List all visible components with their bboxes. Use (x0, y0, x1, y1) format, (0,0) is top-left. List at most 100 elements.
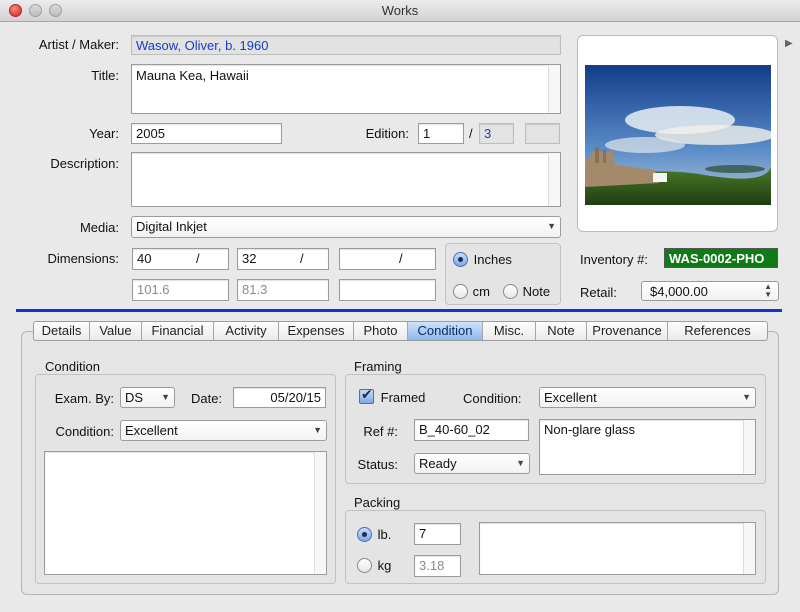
packing-notes-scrollbar[interactable] (743, 523, 755, 574)
dimensions-label: Dimensions: (47, 251, 119, 266)
tab-misc[interactable]: Misc. (483, 322, 536, 340)
retail-select[interactable]: $4,000.00 ▲ ▼ (641, 281, 779, 301)
ref-label: Ref #: (363, 424, 398, 439)
units-group: Inches cm Note (445, 243, 561, 305)
tab-note[interactable]: Note (536, 322, 587, 340)
dim-width-field[interactable]: 40 / (132, 248, 229, 270)
title-field[interactable]: Mauna Kea, Hawaii (131, 64, 561, 114)
packing-header: Packing (354, 495, 401, 510)
tab-provenance[interactable]: Provenance (587, 322, 668, 340)
status-label: Status: (357, 457, 398, 472)
description-scrollbar[interactable] (548, 153, 560, 206)
kg-label: kg (377, 558, 392, 574)
tab-condition[interactable]: Condition (408, 322, 483, 340)
retail-value: $4,000.00 (650, 284, 708, 299)
section-divider (16, 309, 782, 312)
framing-condition-label: Condition: (463, 391, 522, 406)
artist-field[interactable]: Wasow, Oliver, b. 1960 (131, 35, 561, 55)
status-select[interactable]: Ready ▼ (414, 453, 530, 474)
triangle-right-icon[interactable]: ▶ (785, 38, 793, 49)
framing-notes-field[interactable]: Non-glare glass (539, 419, 756, 475)
radio-selected-icon[interactable] (453, 252, 468, 268)
edition-extra-field[interactable] (525, 123, 560, 144)
year-field[interactable]: 2005 (131, 123, 282, 144)
ref-field[interactable]: B_40-60_02 (414, 419, 529, 441)
condition-notes-field[interactable] (44, 451, 327, 575)
dim-width-value: 40 (137, 251, 152, 266)
lb-field[interactable]: 7 (414, 523, 461, 545)
framed-checkbox-option[interactable]: Framed (359, 387, 426, 407)
tab-bar: Details Value Financial Activity Expense… (33, 321, 768, 341)
inventory-field[interactable]: WAS-0002-PHO (664, 248, 778, 268)
tab-details[interactable]: Details (34, 322, 90, 340)
artist-label: Artist / Maker: (38, 37, 119, 52)
packing-notes-field[interactable] (479, 522, 756, 575)
units-note-option[interactable]: Note (503, 283, 551, 300)
description-label: Description: (50, 156, 119, 171)
dim-height-field[interactable]: 32 / (237, 248, 329, 270)
condition-label: Condition: (55, 424, 114, 439)
framing-notes-scrollbar[interactable] (743, 420, 755, 474)
dim-separator: / (300, 251, 304, 266)
media-value: Digital Inkjet (136, 219, 207, 234)
radio-selected-icon[interactable] (357, 527, 372, 543)
tab-activity[interactable]: Activity (214, 322, 279, 340)
edition-separator: / (469, 126, 473, 141)
dim-height-converted: 81.3 (237, 279, 329, 301)
radio-icon[interactable] (453, 284, 468, 300)
artwork-image-frame[interactable] (577, 35, 778, 232)
framing-header: Framing (354, 359, 402, 374)
status-value: Ready (419, 456, 457, 471)
title-bar: Works (0, 0, 800, 22)
cm-label: cm (472, 284, 490, 300)
edition-number-field[interactable]: 1 (418, 123, 464, 144)
year-label: Year: (89, 126, 119, 141)
window-title: Works (381, 3, 419, 18)
radio-icon[interactable] (503, 284, 518, 300)
title-value: Mauna Kea, Hawaii (136, 68, 249, 83)
condition-select[interactable]: Excellent ▼ (120, 420, 327, 441)
date-field[interactable]: 05/20/15 (233, 387, 326, 408)
framing-condition-select[interactable]: Excellent ▼ (539, 387, 756, 408)
note-label: Note (522, 284, 551, 300)
dim-separator: / (196, 251, 200, 266)
tab-references[interactable]: References (668, 322, 767, 340)
radio-icon[interactable] (357, 558, 372, 574)
chevron-down-icon: ▼ (313, 425, 322, 435)
dim-depth-converted (339, 279, 436, 301)
dim-separator: / (399, 251, 403, 266)
artwork-photo (585, 65, 771, 205)
media-select[interactable]: Digital Inkjet ▼ (131, 216, 561, 238)
tab-value[interactable]: Value (90, 322, 142, 340)
condition-header: Condition (45, 359, 100, 374)
chevron-down-icon: ▼ (742, 392, 751, 402)
framing-notes-value: Non-glare glass (544, 422, 636, 437)
packing-lb-option[interactable]: lb. (357, 526, 392, 543)
units-inches-option[interactable]: Inches (453, 251, 512, 268)
checkbox-checked-icon[interactable] (359, 387, 374, 404)
tab-financial[interactable]: Financial (142, 322, 214, 340)
units-cm-option[interactable]: cm (453, 283, 490, 300)
date-label: Date: (191, 391, 223, 406)
dim-width-converted: 101.6 (132, 279, 229, 301)
tab-expenses[interactable]: Expenses (279, 322, 354, 340)
chevron-down-icon: ▼ (547, 221, 556, 231)
description-field[interactable] (131, 152, 561, 207)
retail-label: Retail: (580, 285, 617, 300)
up-down-arrows-icon: ▲ ▼ (764, 282, 772, 299)
exam-by-value: DS (125, 390, 144, 405)
packing-kg-option[interactable]: kg (357, 557, 392, 574)
tab-photo[interactable]: Photo (354, 322, 408, 340)
chevron-down-icon: ▼ (161, 392, 170, 402)
lb-label: lb. (377, 527, 392, 543)
framed-label: Framed (380, 390, 426, 405)
condition-notes-scrollbar[interactable] (314, 452, 326, 574)
title-scrollbar[interactable] (548, 65, 560, 113)
condition-value: Excellent (125, 423, 178, 438)
inventory-label: Inventory #: (580, 252, 648, 267)
framing-condition-value: Excellent (544, 390, 597, 405)
exam-by-select[interactable]: DS ▼ (120, 387, 175, 408)
dim-depth-field[interactable]: / (339, 248, 436, 270)
inches-label: Inches (473, 252, 512, 268)
edition-total-field[interactable]: 3 (479, 123, 514, 144)
